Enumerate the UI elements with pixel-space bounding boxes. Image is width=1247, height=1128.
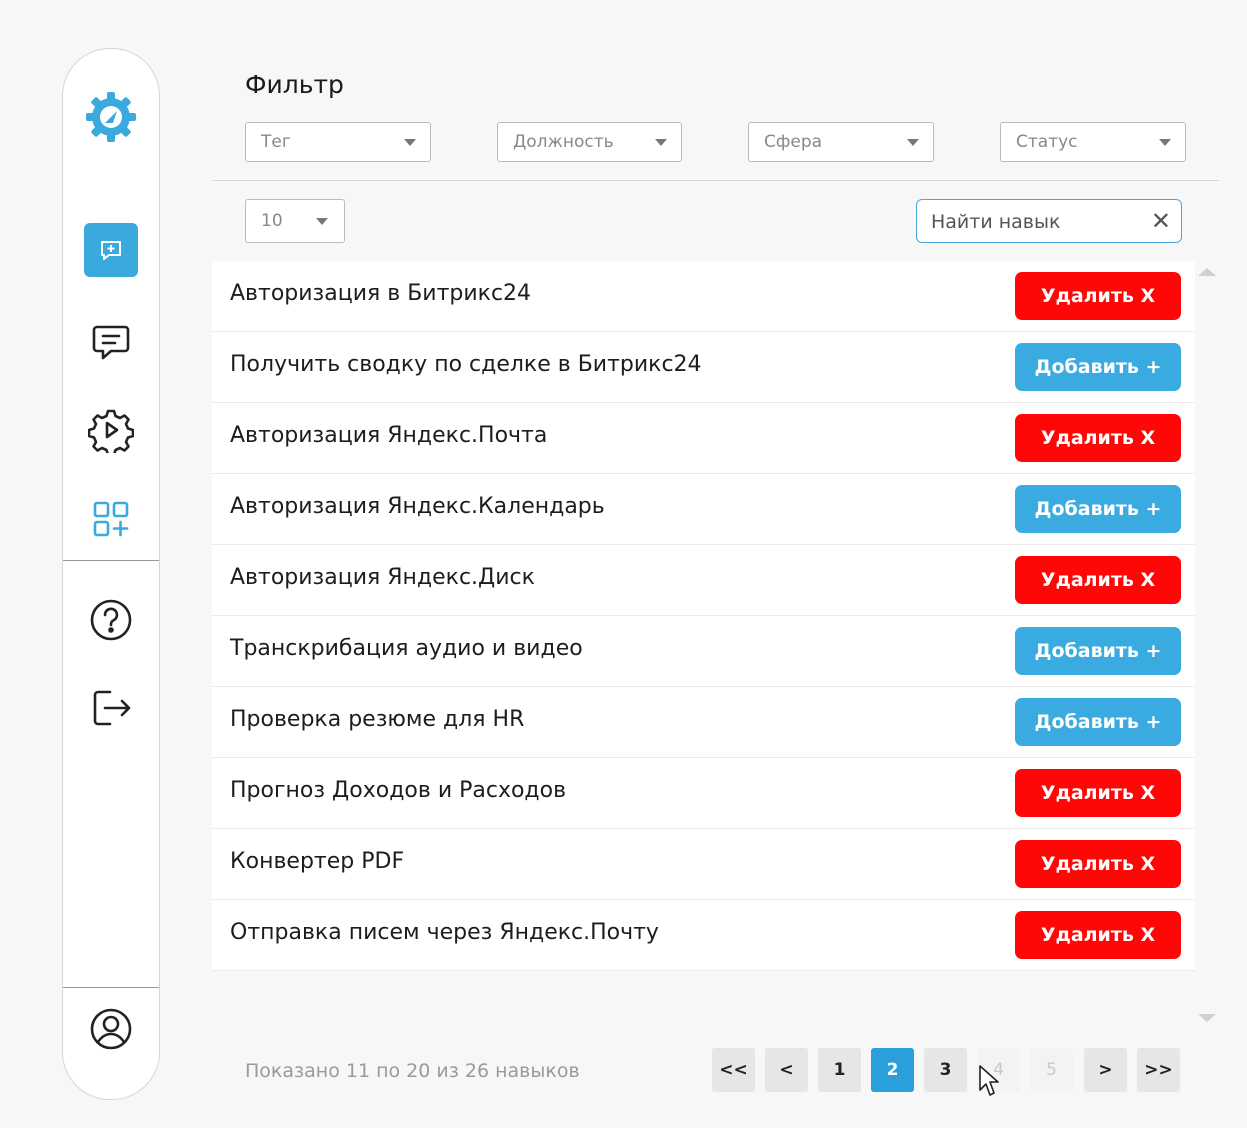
chevron-down-icon <box>1159 139 1171 146</box>
filter-title: Фильтр <box>245 70 344 99</box>
position-select-value: Должность <box>513 132 614 152</box>
skill-name: Конвертер PDF <box>230 849 405 874</box>
scroll-up-arrow[interactable] <box>1198 268 1216 276</box>
first-page-button[interactable]: << <box>712 1048 755 1092</box>
page-button-3[interactable]: 3 <box>924 1048 967 1092</box>
skill-row: Авторизация в Битрикс24 Удалить X <box>212 261 1195 332</box>
delete-skill-button[interactable]: Удалить X <box>1015 414 1181 462</box>
skill-list: Авторизация в Битрикс24 Удалить X Получить… <box>212 261 1195 971</box>
chat-icon[interactable] <box>89 319 133 363</box>
skill-row: Авторизация Яндекс.Календарь Добавить + <box>212 474 1195 545</box>
delete-skill-button[interactable]: Удалить X <box>1015 840 1181 888</box>
page-button-2[interactable]: 2 <box>871 1048 914 1092</box>
skill-row: Отправка писем через Яндекс.Почту Удалить… <box>212 900 1195 971</box>
last-page-button[interactable]: >> <box>1137 1048 1180 1092</box>
search-input[interactable] <box>929 208 1133 236</box>
skill-search: ✕ <box>916 199 1182 243</box>
skill-row: Проверка резюме для HR Добавить + <box>212 687 1195 758</box>
logout-icon[interactable] <box>88 685 134 731</box>
prev-page-button[interactable]: < <box>765 1048 808 1092</box>
chat-plus-icon[interactable] <box>84 223 138 277</box>
skill-row: Транскрибация аудио и видео Добавить + <box>212 616 1195 687</box>
skill-row: Авторизация Яндекс.Почта Удалить X <box>212 403 1195 474</box>
skill-name: Получить сводку по сделке в Битрикс24 <box>230 352 702 377</box>
chevron-down-icon <box>316 218 328 225</box>
apps-add-icon[interactable] <box>89 497 133 541</box>
page-button-1[interactable]: 1 <box>818 1048 861 1092</box>
sphere-select-value: Сфера <box>764 132 823 152</box>
skill-row: Прогноз Доходов и Расходов Удалить X <box>212 758 1195 829</box>
delete-skill-button[interactable]: Удалить X <box>1015 556 1181 604</box>
add-skill-button[interactable]: Добавить + <box>1015 698 1181 746</box>
skill-name: Авторизация Яндекс.Календарь <box>230 494 605 519</box>
per-page-value: 10 <box>261 211 283 231</box>
skill-row: Авторизация Яндекс.Диск Удалить X <box>212 545 1195 616</box>
filter-divider <box>212 180 1219 181</box>
per-page-select[interactable]: 10 <box>245 199 345 243</box>
help-icon[interactable] <box>88 597 134 643</box>
mouse-cursor-icon <box>979 1065 999 1096</box>
sidebar <box>62 48 160 1100</box>
position-select[interactable]: Должность <box>497 122 682 162</box>
status-select[interactable]: Статус <box>1000 122 1186 162</box>
skill-row: Получить сводку по сделке в Битрикс24 Доб… <box>212 332 1195 403</box>
skill-name: Транскрибация аудио и видео <box>230 636 583 661</box>
add-skill-button[interactable]: Добавить + <box>1015 627 1181 675</box>
page-button-5[interactable]: 5 <box>1030 1048 1073 1092</box>
pagination-summary: Показано 11 по 20 из 26 навыков <box>245 1060 580 1082</box>
skill-name: Отправка писем через Яндекс.Почту <box>230 920 659 945</box>
skill-name: Авторизация в Битрикс24 <box>230 281 532 306</box>
sphere-select[interactable]: Сфера <box>748 122 934 162</box>
delete-skill-button[interactable]: Удалить X <box>1015 911 1181 959</box>
status-select-value: Статус <box>1016 132 1078 152</box>
tag-select[interactable]: Тег <box>245 122 431 162</box>
chevron-down-icon <box>404 139 416 146</box>
skill-name: Прогноз Доходов и Расходов <box>230 778 567 803</box>
add-skill-button[interactable]: Добавить + <box>1015 485 1181 533</box>
close-icon[interactable]: ✕ <box>1151 206 1171 236</box>
user-icon[interactable] <box>88 1006 134 1052</box>
sidebar-divider <box>63 560 159 561</box>
delete-skill-button[interactable]: Удалить X <box>1015 769 1181 817</box>
chevron-down-icon <box>655 139 667 146</box>
delete-skill-button[interactable]: Удалить X <box>1015 272 1181 320</box>
chevron-down-icon <box>907 139 919 146</box>
skill-name: Авторизация Яндекс.Диск <box>230 565 535 590</box>
scroll-down-arrow[interactable] <box>1198 1014 1216 1022</box>
gear-logo-icon[interactable] <box>83 89 139 145</box>
tag-select-value: Тег <box>261 132 291 152</box>
add-skill-button[interactable]: Добавить + <box>1015 343 1181 391</box>
gear-play-icon[interactable] <box>88 407 134 453</box>
next-page-button[interactable]: > <box>1084 1048 1127 1092</box>
sidebar-divider-bottom <box>63 987 159 988</box>
skill-row: Конвертер PDF Удалить X <box>212 829 1195 900</box>
skill-name: Авторизация Яндекс.Почта <box>230 423 548 448</box>
skill-name: Проверка резюме для HR <box>230 707 525 732</box>
